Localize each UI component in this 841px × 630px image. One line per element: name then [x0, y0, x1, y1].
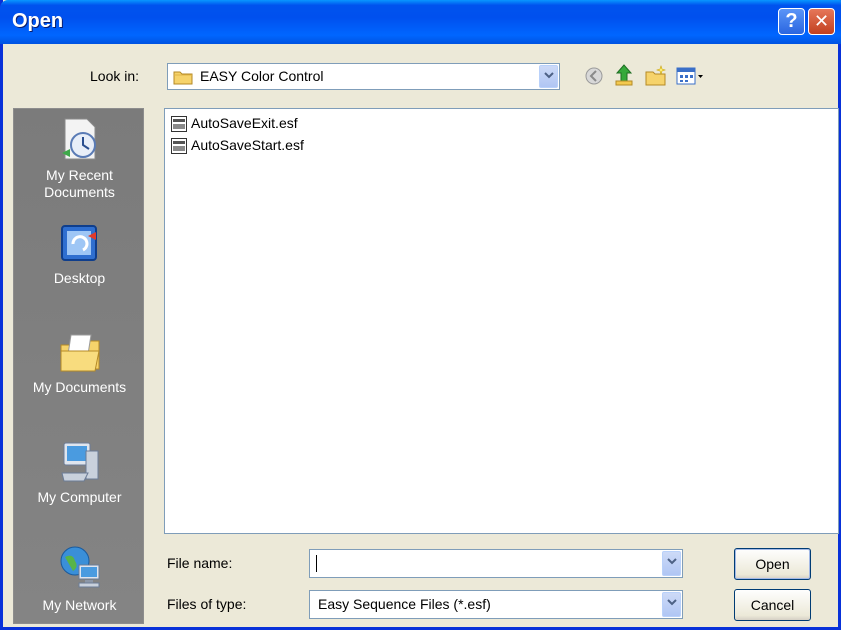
my-documents-icon — [60, 334, 100, 372]
file-type-dropdown-arrow[interactable] — [662, 592, 681, 617]
title-bar[interactable]: Open ? ✕ — [0, 0, 841, 44]
close-icon: ✕ — [813, 11, 830, 31]
place-label: My Recent Documents — [44, 167, 115, 200]
place-label: My Network — [42, 597, 117, 613]
close-button[interactable]: ✕ — [808, 8, 835, 35]
file-icon — [171, 116, 187, 132]
chevron-down-icon — [667, 558, 677, 565]
view-menu-icon — [676, 67, 703, 85]
places-bar: My Recent Documents Desktop My Documents — [13, 108, 144, 624]
chevron-down-icon — [667, 599, 677, 606]
text-cursor — [316, 555, 317, 572]
question-mark-icon: ? — [785, 10, 798, 32]
view-menu-button[interactable] — [675, 64, 705, 88]
file-type-value: Easy Sequence Files (*.esf) — [318, 596, 491, 612]
file-list[interactable]: AutoSaveExit.esf AutoSaveStart.esf — [164, 108, 839, 534]
look-in-dropdown-arrow[interactable] — [539, 65, 558, 88]
file-icon — [171, 138, 187, 154]
up-one-level-button[interactable] — [613, 63, 635, 87]
file-name-label: File name: — [167, 555, 233, 571]
look-in-value: EASY Color Control — [200, 68, 324, 84]
desktop-icon — [60, 225, 97, 261]
back-button[interactable] — [583, 65, 605, 87]
folder-icon — [173, 71, 193, 85]
place-my-network[interactable]: My Network — [14, 543, 145, 614]
window-title: Open — [12, 10, 64, 32]
file-name-dropdown-arrow[interactable] — [662, 551, 681, 576]
place-my-documents[interactable]: My Documents — [14, 329, 145, 396]
file-type-label: Files of type: — [167, 596, 247, 612]
file-name: AutoSaveExit.esf — [191, 115, 298, 131]
place-label: My Computer — [37, 489, 122, 505]
chevron-down-icon — [544, 72, 554, 79]
my-network-icon — [60, 546, 99, 588]
open-button[interactable]: Open — [734, 548, 811, 580]
place-label: Desktop — [53, 270, 106, 286]
open-dialog: Open ? ✕ Look in: EASY Color Control My … — [0, 0, 841, 630]
cancel-button[interactable]: Cancel — [734, 589, 811, 621]
new-folder-icon — [645, 65, 666, 86]
recent-documents-icon — [61, 118, 96, 160]
back-arrow-icon — [585, 67, 603, 85]
look-in-dropdown[interactable]: EASY Color Control — [167, 63, 560, 90]
new-folder-button[interactable] — [644, 64, 668, 88]
file-name: AutoSaveStart.esf — [191, 137, 304, 153]
place-label: My Documents — [32, 379, 127, 395]
file-type-dropdown[interactable]: Easy Sequence Files (*.esf) — [309, 590, 683, 619]
look-in-label: Look in: — [90, 68, 140, 84]
up-folder-icon — [615, 64, 633, 86]
help-button[interactable]: ? — [778, 8, 805, 35]
my-computer-icon — [60, 442, 98, 482]
file-name-input[interactable] — [309, 549, 683, 578]
place-desktop[interactable]: Desktop — [14, 222, 145, 287]
place-my-recent-documents[interactable]: My Recent Documents — [14, 115, 145, 201]
place-my-computer[interactable]: My Computer — [14, 439, 145, 506]
